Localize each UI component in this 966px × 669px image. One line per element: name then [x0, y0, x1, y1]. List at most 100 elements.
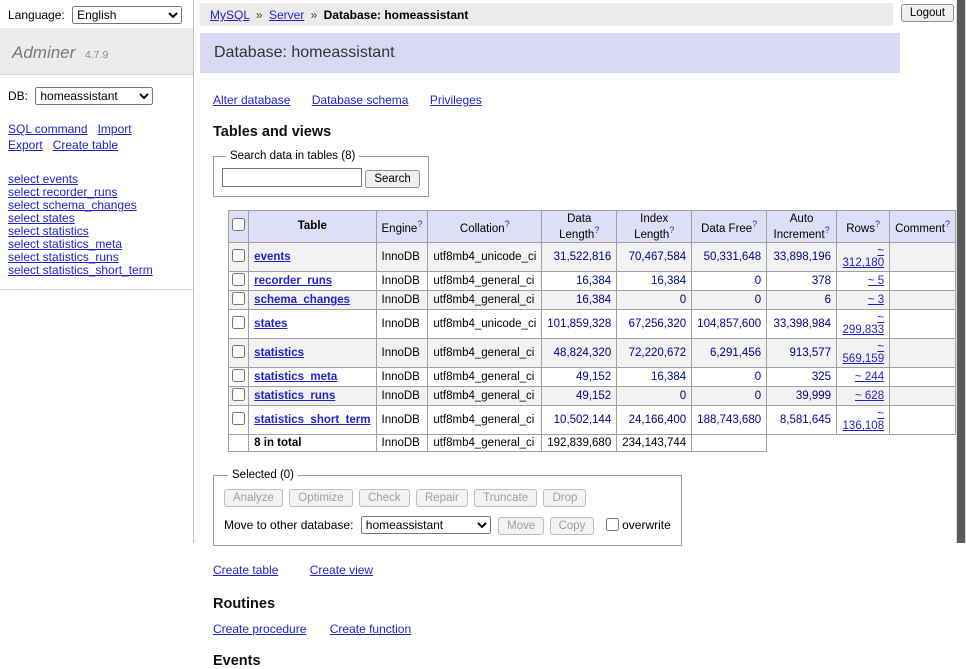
- data-free-cell: 0: [692, 368, 767, 387]
- routine-links-row: Create procedure Create function: [213, 622, 956, 636]
- row-checkbox[interactable]: [232, 388, 245, 401]
- data-length-cell: 16,384: [542, 291, 617, 310]
- column-help-link[interactable]: ?: [669, 225, 674, 235]
- search-button[interactable]: Search: [365, 170, 419, 188]
- routines-heading: Routines: [213, 596, 956, 612]
- create-table-sidebar-link[interactable]: Create table: [53, 138, 118, 152]
- db-label: DB:: [8, 89, 28, 103]
- optimize-button[interactable]: Optimize: [289, 489, 352, 507]
- privileges-link[interactable]: Privileges: [430, 93, 482, 107]
- table-row: statistics_short_termInnoDButf8mb4_gener…: [229, 406, 956, 435]
- move-db-select[interactable]: homeassistant: [361, 516, 491, 534]
- rows-count-link[interactable]: ~ 628: [855, 390, 884, 402]
- column-help-link[interactable]: ?: [875, 219, 880, 229]
- table-name-link[interactable]: statistics: [254, 347, 304, 359]
- table-name-link[interactable]: states: [254, 318, 287, 330]
- app-version-link[interactable]: 4.7.9: [85, 49, 108, 61]
- language-select[interactable]: English: [72, 6, 182, 24]
- overwrite-checkbox[interactable]: [606, 518, 619, 531]
- database-schema-link[interactable]: Database schema: [312, 93, 409, 107]
- rows-count-link[interactable]: ~ 5: [868, 275, 884, 287]
- collation-cell: utf8mb4_general_ci: [428, 339, 542, 368]
- rows-count-link[interactable]: ~ 244: [855, 371, 884, 383]
- create-procedure-link[interactable]: Create procedure: [213, 622, 306, 636]
- logout-area: Logout: [893, 3, 956, 22]
- import-link[interactable]: Import: [98, 122, 132, 136]
- drop-button[interactable]: Drop: [543, 489, 586, 507]
- repair-button[interactable]: Repair: [416, 489, 468, 507]
- table-row: schema_changesInnoDButf8mb4_general_ci16…: [229, 291, 956, 310]
- rows-count-link[interactable]: ~ 569,159: [843, 341, 885, 365]
- total-engine: InnoDB: [376, 435, 428, 452]
- breadcrumb: MySQL » Server » Database: homeassistant: [200, 3, 893, 26]
- index-length-cell: 16,384: [617, 368, 692, 387]
- create-links-row: Create table Create view: [213, 563, 956, 577]
- table-name-link[interactable]: statistics_short_term: [254, 414, 370, 426]
- column-help-link[interactable]: ?: [594, 225, 599, 235]
- row-checkbox[interactable]: [232, 292, 245, 305]
- comment-cell: [890, 291, 956, 310]
- table-name-link[interactable]: statistics_runs: [254, 390, 335, 402]
- sidebar-item-select-statistics-short-term[interactable]: select statistics_short_term: [8, 264, 185, 277]
- column-help-link[interactable]: ?: [752, 219, 757, 229]
- index-length-cell: 72,220,672: [617, 339, 692, 368]
- auto-increment-cell: 33,398,984: [767, 310, 837, 339]
- data-length-cell: 31,522,816: [542, 243, 617, 272]
- create-function-link[interactable]: Create function: [330, 622, 411, 636]
- row-checkbox[interactable]: [232, 345, 245, 358]
- rows-count-link[interactable]: ~ 136,108: [843, 408, 885, 432]
- row-checkbox[interactable]: [232, 316, 245, 329]
- db-select[interactable]: homeassistant: [35, 87, 153, 105]
- data-length-cell: 101,859,328: [542, 310, 617, 339]
- move-button[interactable]: Move: [498, 517, 544, 535]
- table-name-link[interactable]: events: [254, 251, 290, 263]
- breadcrumb-mysql-link[interactable]: MySQL: [210, 8, 250, 22]
- create-view-link[interactable]: Create view: [310, 563, 373, 577]
- search-fieldset: Search data in tables (8) Search: [213, 150, 429, 197]
- collation-cell: utf8mb4_unicode_ci: [428, 243, 542, 272]
- sql-command-link[interactable]: SQL command: [8, 122, 88, 136]
- rows-count-link[interactable]: ~ 312,180: [843, 245, 885, 269]
- row-checkbox[interactable]: [232, 369, 245, 382]
- logout-button[interactable]: Logout: [901, 4, 954, 22]
- select-all-checkbox[interactable]: [232, 218, 245, 231]
- table-name-link[interactable]: recorder_runs: [254, 275, 332, 287]
- export-link[interactable]: Export: [8, 138, 43, 152]
- rows-count-link[interactable]: ~ 3: [868, 294, 884, 306]
- table-name-cell: statistics: [249, 339, 376, 368]
- engine-cell: InnoDB: [376, 291, 428, 310]
- index-length-cell: 70,467,584: [617, 243, 692, 272]
- db-action-links: Alter database Database schema Privilege…: [213, 93, 956, 107]
- table-row: statisticsInnoDButf8mb4_general_ci48,824…: [229, 339, 956, 368]
- breadcrumb-server-link[interactable]: Server: [269, 8, 304, 22]
- column-help-link[interactable]: ?: [505, 219, 510, 229]
- search-input[interactable]: [222, 168, 362, 187]
- alter-database-link[interactable]: Alter database: [213, 93, 290, 107]
- column-header-rows: Rows?: [837, 210, 890, 243]
- truncate-button[interactable]: Truncate: [474, 489, 537, 507]
- table-name-link[interactable]: statistics_meta: [254, 371, 337, 383]
- comment-cell: [890, 310, 956, 339]
- overwrite-label: overwrite: [622, 518, 671, 532]
- total-label: 8 in total: [249, 435, 376, 452]
- row-checkbox[interactable]: [232, 249, 245, 262]
- rows-count-cell: ~ 3: [837, 291, 890, 310]
- copy-button[interactable]: Copy: [550, 517, 595, 535]
- rows-count-link[interactable]: ~ 299,833: [843, 312, 885, 336]
- create-table-link[interactable]: Create table: [213, 563, 278, 577]
- select-all-cell: [229, 210, 249, 243]
- row-checkbox[interactable]: [232, 273, 245, 286]
- column-help-link[interactable]: ?: [945, 219, 950, 229]
- table-name-link[interactable]: schema_changes: [254, 294, 350, 306]
- total-collation: utf8mb4_general_ci: [428, 435, 542, 452]
- comment-cell: [890, 272, 956, 291]
- app-header: Adminer 4.7.9: [0, 28, 193, 75]
- row-checkbox[interactable]: [232, 412, 245, 425]
- app-name-link[interactable]: Adminer: [12, 43, 75, 62]
- column-help-link[interactable]: ?: [417, 219, 422, 229]
- check-button[interactable]: Check: [359, 489, 410, 507]
- scrollbar-thumb[interactable]: [957, 0, 965, 543]
- analyze-button[interactable]: Analyze: [224, 489, 283, 507]
- table-row: recorder_runsInnoDButf8mb4_general_ci16,…: [229, 272, 956, 291]
- column-help-link[interactable]: ?: [825, 225, 830, 235]
